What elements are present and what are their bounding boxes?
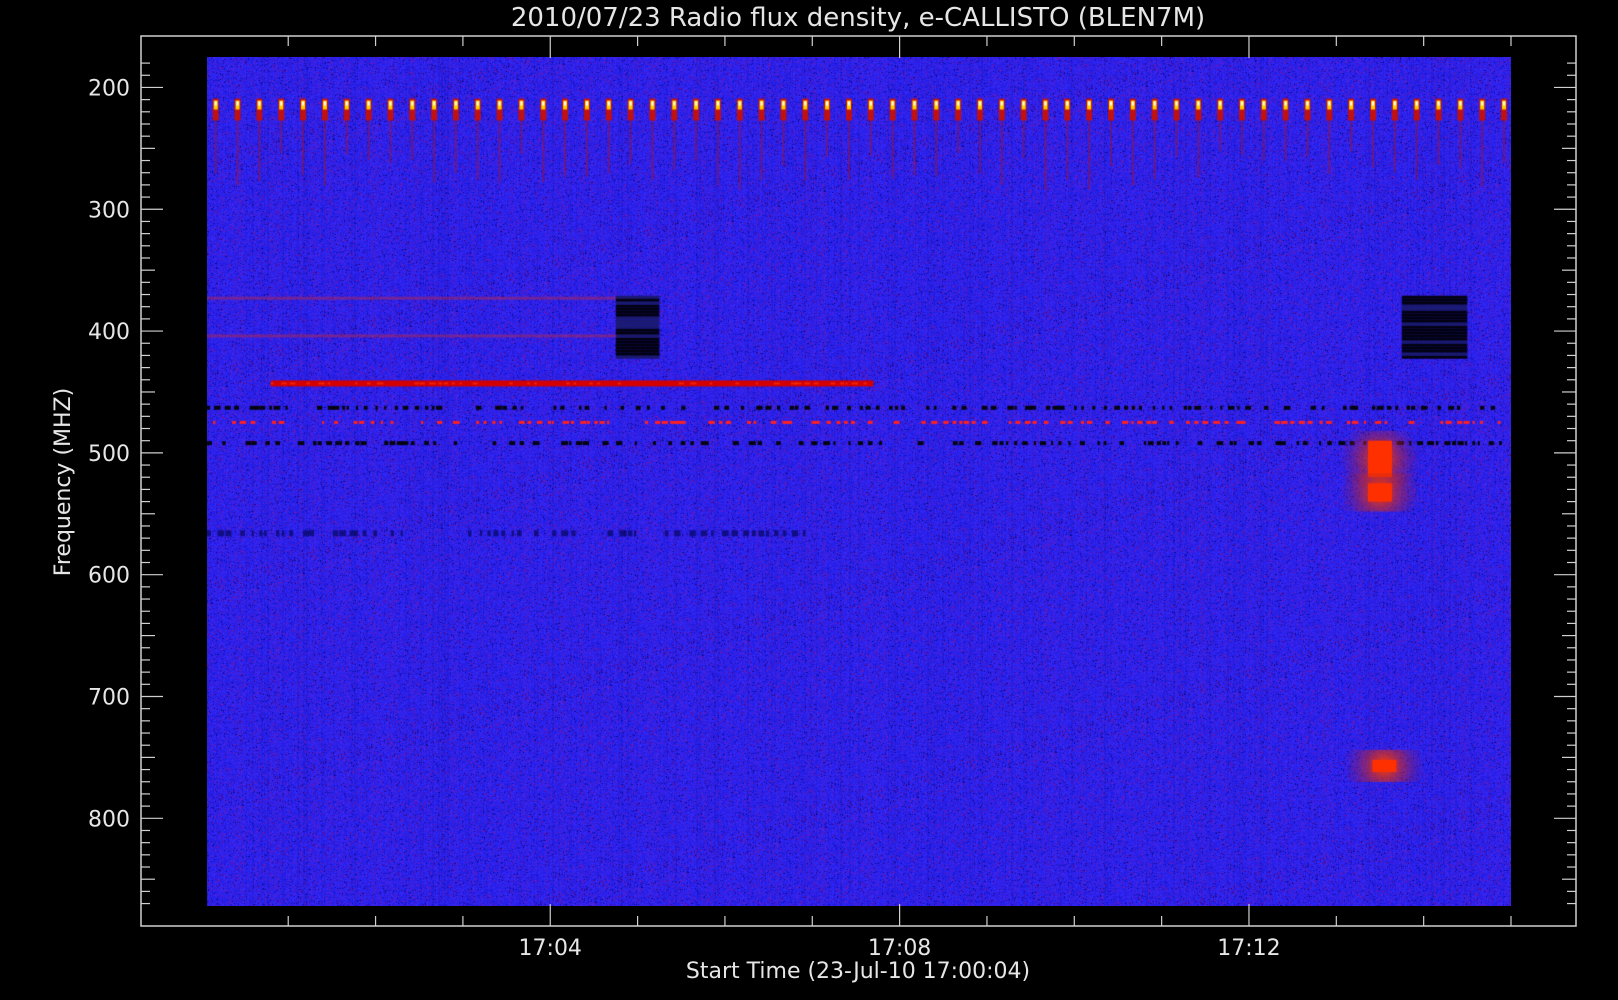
y-tick-label: 600 (88, 564, 130, 589)
x-tick-label: 17:12 (1217, 936, 1280, 961)
y-tick-label: 500 (88, 442, 130, 467)
y-tick-label: 800 (88, 807, 130, 832)
spectrogram-chart: 2010/07/23 Radio flux density, e-CALLIST… (0, 0, 1618, 1000)
axes: 200 300 400 500 600 700 800 17:04 17:08 17:12 (88, 35, 1577, 961)
y-tick-label: 700 (88, 685, 130, 710)
chart-title: 2010/07/23 Radio flux density, e-CALLIST… (511, 3, 1205, 33)
chart-frame: 2010/07/23 Radio flux density, e-CALLIST… (51, 3, 1577, 984)
x-tick-label: 17:04 (519, 936, 582, 961)
y-tick-label: 300 (88, 198, 130, 223)
y-tick-label: 400 (88, 320, 130, 345)
y-axis-label: Frequency (MHZ) (51, 388, 76, 576)
x-axis-label: Start Time (23-Jul-10 17:00:04) (686, 959, 1030, 984)
plot-border (140, 35, 1577, 927)
x-tick-label: 17:08 (868, 936, 931, 961)
y-tick-label: 200 (88, 76, 130, 101)
